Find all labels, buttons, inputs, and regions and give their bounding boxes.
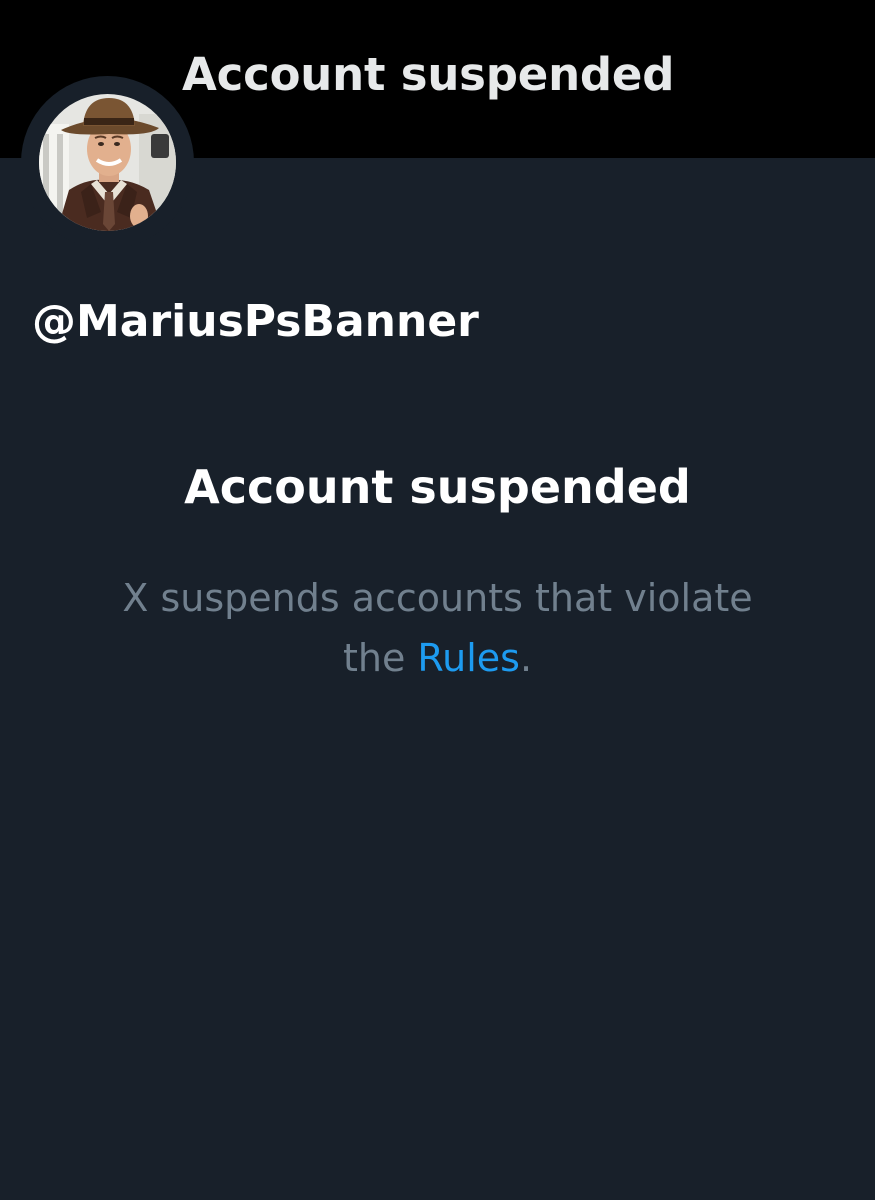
suspension-message: X suspends accounts that violate the Rul…: [80, 568, 795, 688]
profile-handle: @MariusPsBanner: [32, 296, 479, 347]
suspension-heading: Account suspended: [184, 460, 691, 514]
message-prefix: the: [342, 636, 418, 680]
header-title: Account suspended: [182, 48, 675, 101]
avatar[interactable]: [39, 94, 176, 231]
suspension-message-line2: the Rules.: [80, 628, 795, 688]
profile-photo-icon: [39, 94, 176, 231]
suspension-message-line1: X suspends accounts that violate: [122, 576, 753, 620]
avatar-border: [21, 76, 194, 249]
rules-link[interactable]: Rules: [417, 636, 520, 680]
message-suffix: .: [519, 636, 533, 680]
